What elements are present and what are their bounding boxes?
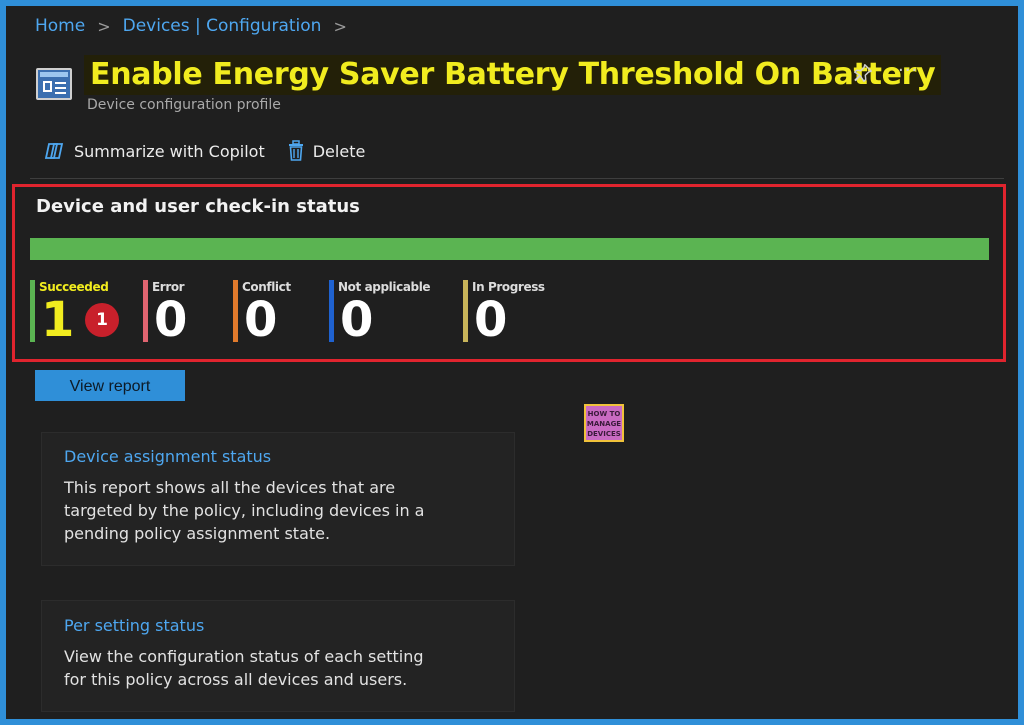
copilot-icon [44, 143, 64, 159]
breadcrumb-separator: > [333, 16, 347, 36]
counter-color-bar [463, 280, 468, 342]
card-description: This report shows all the devices that a… [64, 478, 425, 543]
counter-value: 0 [474, 292, 508, 348]
how-to-manage-devices-logo: HOW TO MANAGE DEVICES [584, 404, 624, 442]
trash-icon [288, 140, 303, 161]
copilot-label: Summarize with Copilot [74, 141, 265, 161]
summarize-with-copilot-button[interactable]: Summarize with Copilot [44, 141, 265, 161]
card-title[interactable]: Device assignment status [64, 447, 271, 466]
per-setting-status-card[interactable]: Per setting status View the configuratio… [41, 600, 515, 712]
callout-number-badge: 1 [85, 303, 119, 337]
counter-color-bar [233, 280, 238, 342]
device-assignment-status-card[interactable]: Device assignment status This report sho… [41, 432, 515, 566]
delete-label: Delete [312, 141, 366, 161]
checkin-progress-bar [30, 238, 989, 260]
more-options-icon[interactable]: ··· [898, 60, 918, 81]
progress-succeeded-fill [30, 238, 989, 260]
counter-value: 1 [41, 292, 75, 348]
view-report-button[interactable]: View report [35, 370, 185, 401]
breadcrumb-home[interactable]: Home [35, 16, 85, 36]
counter-color-bar [30, 280, 35, 342]
counter-color-bar [143, 280, 148, 342]
command-bar: Summarize with Copilot Delete [44, 140, 387, 162]
pin-icon[interactable] [852, 62, 874, 84]
toolbar-divider [30, 178, 1004, 179]
counter-value: 0 [244, 292, 278, 348]
page-subtitle: Device configuration profile [87, 97, 281, 113]
delete-button[interactable]: Delete [287, 140, 366, 162]
counter-value: 0 [154, 292, 188, 348]
breadcrumb-separator: > [97, 16, 111, 36]
card-description: View the configuration status of each se… [64, 647, 424, 689]
breadcrumb: Home > Devices | Configuration > [35, 16, 347, 36]
breadcrumb-devices-configuration[interactable]: Devices | Configuration [123, 16, 322, 36]
counter-color-bar [329, 280, 334, 342]
device-configuration-profile-icon [36, 68, 72, 100]
card-title[interactable]: Per setting status [64, 616, 204, 635]
counter-value: 0 [340, 292, 374, 348]
checkin-status-heading: Device and user check-in status [36, 196, 360, 217]
page-title: Enable Energy Saver Battery Threshold On… [84, 55, 942, 95]
